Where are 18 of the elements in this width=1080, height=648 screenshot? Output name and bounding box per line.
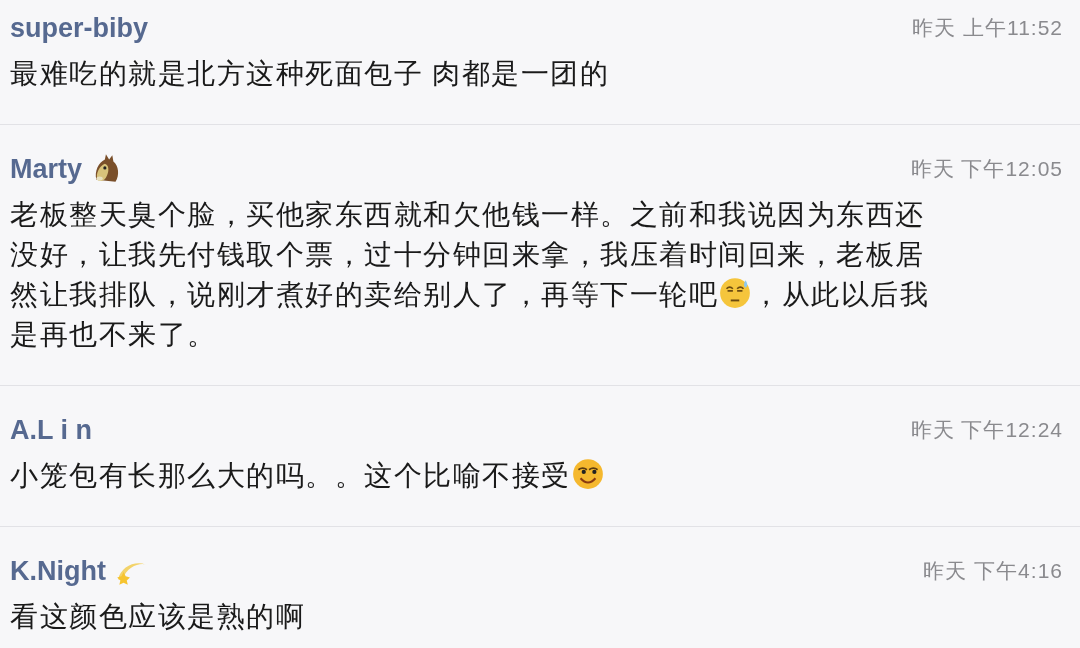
timestamp: 昨天 下午12:24 — [910, 417, 1063, 444]
timestamp: 昨天 下午4:16 — [923, 558, 1063, 585]
smirking-face-icon — [570, 457, 605, 491]
sweating-face-icon — [718, 276, 752, 310]
comment-text: 没好，让我先付钱取个票，过十分钟回来拿，我压着时间回来，老板居 — [10, 239, 925, 270]
comment-text: ，从此以后我 — [752, 279, 929, 310]
comment-text: 最难吃的就是北方这种死面包子 肉都是一团的 — [10, 58, 610, 89]
username[interactable]: A.L i n — [10, 409, 92, 451]
username[interactable]: K.Night — [10, 550, 106, 592]
username[interactable]: super-biby — [10, 7, 149, 49]
comment-text: 看这颜色应该是熟的啊 — [10, 601, 305, 632]
comment-text: 小笼包有长那么大的吗。。这个比喻不接受 — [10, 460, 571, 491]
comment-text: 老板整天臭个脸，买他家东西就和欠他钱一样。之前和我说因为东西还 — [10, 199, 925, 230]
timestamp: 昨天 上午11:52 — [912, 15, 1063, 42]
comment-text: 然让我排队，说刚才煮好的卖给别人了，再等下一轮吧 — [10, 279, 718, 310]
username[interactable]: Marty — [10, 148, 83, 190]
comment-text: 是再也不来了。 — [10, 319, 217, 350]
timestamp: 昨天 下午12:05 — [910, 156, 1063, 183]
